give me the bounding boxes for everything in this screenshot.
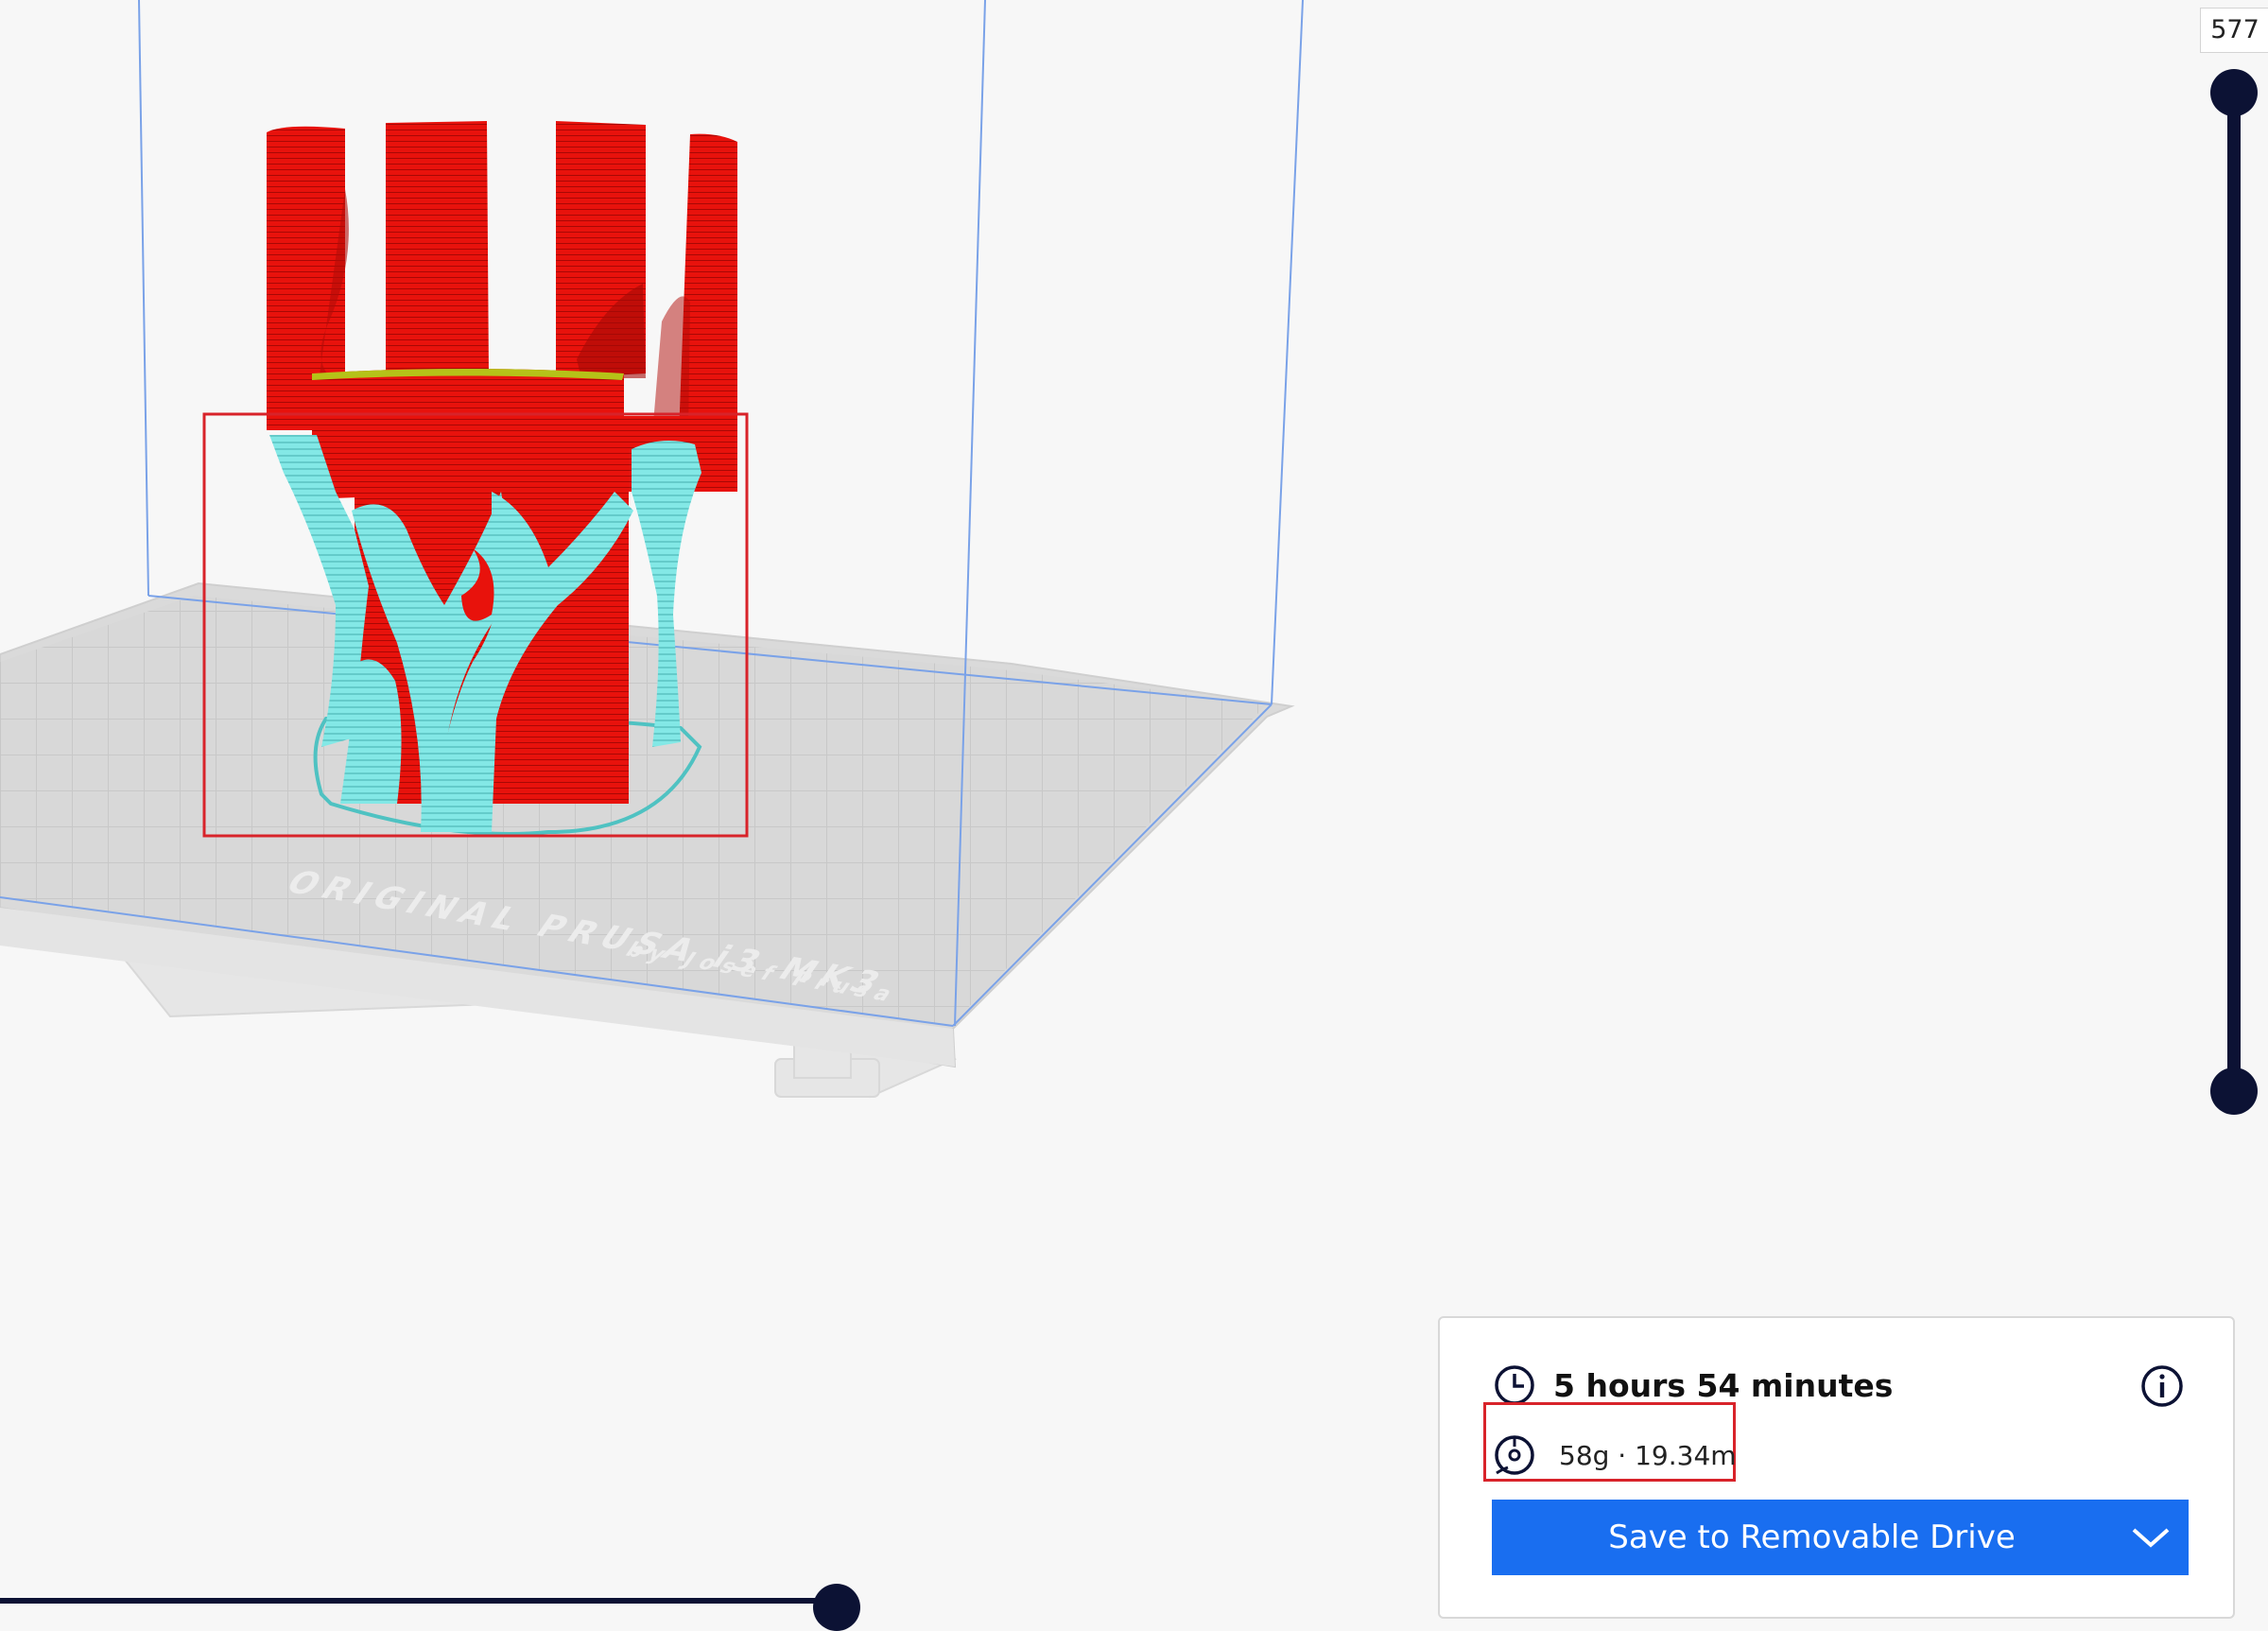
print-time-row: 5 hours 54 minutes (1493, 1363, 1893, 1407)
save-to-removable-drive-button[interactable]: Save to Removable Drive (1492, 1500, 2189, 1575)
layer-slider-top-handle[interactable] (2210, 69, 2258, 116)
info-icon[interactable] (2139, 1363, 2185, 1409)
spool-icon (1495, 1435, 1534, 1475)
move-slider-track[interactable] (0, 1598, 837, 1604)
material-usage: 58g · 19.34m (1559, 1439, 1737, 1471)
chevron-down-icon[interactable] (2130, 1518, 2172, 1556)
save-button-label: Save to Removable Drive (1608, 1518, 2016, 1556)
sliced-model[interactable] (267, 121, 737, 836)
material-usage-row: 58g · 19.34m (1493, 1433, 1737, 1477)
layer-slider-track[interactable] (2227, 93, 2241, 1091)
print-summary-panel: 5 hours 54 minutes 58g · 19.34m Save to … (1438, 1316, 2235, 1619)
layer-slider-bottom-handle[interactable] (2210, 1067, 2258, 1115)
clock-icon (1495, 1365, 1534, 1405)
layer-number-label: 577 (2200, 8, 2268, 53)
move-slider-handle[interactable] (813, 1584, 860, 1631)
print-time: 5 hours 54 minutes (1553, 1366, 1894, 1404)
